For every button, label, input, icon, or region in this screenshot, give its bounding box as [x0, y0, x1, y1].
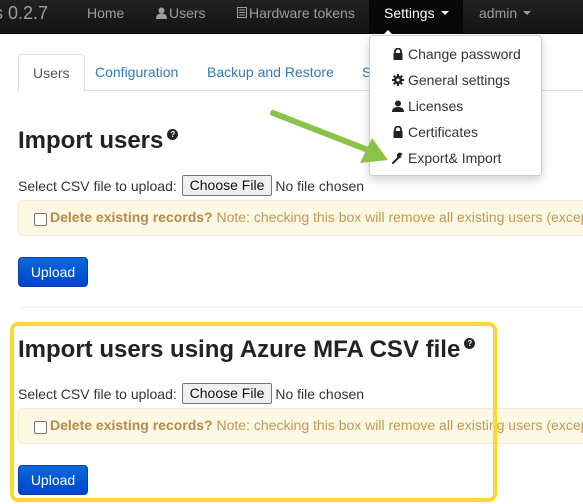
- arrow-shaft: [270, 110, 371, 153]
- delete-note: Note: checking this box will remove all …: [216, 209, 583, 225]
- caret-down-icon: [440, 11, 449, 16]
- delete-label: Delete existing records?: [50, 417, 213, 433]
- help-icon[interactable]: ?: [464, 338, 476, 349]
- user-icon: [392, 100, 404, 112]
- delete-existing-checkbox[interactable]: [34, 421, 47, 434]
- menu-item-licenses[interactable]: Licenses: [370, 93, 541, 119]
- file-label: Select CSV file to upload:: [18, 386, 177, 402]
- annotation-arrow: [270, 110, 388, 163]
- file-upload-row: Select CSV file to upload: Choose File No…: [18, 175, 364, 197]
- nav-admin[interactable]: admin: [479, 0, 532, 34]
- gear-icon: [392, 74, 404, 86]
- tab-configuration[interactable]: Configuration: [81, 54, 192, 91]
- menu-item-export-import[interactable]: Export& Import: [370, 145, 541, 171]
- caret-down-icon: [523, 11, 532, 16]
- choose-file-button[interactable]: Choose File: [181, 175, 273, 196]
- upload-button[interactable]: Upload: [18, 257, 88, 287]
- top-navbar: s 0.2.7 Home Users Hardware tokens Setti…: [0, 0, 583, 34]
- file-status: No file chosen: [275, 178, 365, 194]
- file-status: No file chosen: [275, 386, 365, 402]
- menu-item-general-settings[interactable]: General settings: [370, 67, 541, 93]
- delete-note: Note: checking this box will remove all …: [216, 417, 583, 433]
- file-label: Select CSV file to upload:: [18, 178, 177, 194]
- menu-item-certificates[interactable]: Certificates: [370, 119, 541, 145]
- import-users-title: Import users?: [18, 127, 179, 155]
- nav-hardware-tokens[interactable]: Hardware tokens: [237, 0, 355, 34]
- nav-home[interactable]: Home: [87, 0, 124, 34]
- nav-settings[interactable]: Settings: [369, 0, 463, 34]
- settings-dropdown-menu: Change password General settings License…: [369, 35, 542, 176]
- wrench-icon: [392, 152, 404, 164]
- user-icon: [156, 7, 167, 19]
- brand-version[interactable]: s 0.2.7: [0, 0, 48, 34]
- delete-warning: Delete existing records? Note: checking …: [18, 200, 583, 236]
- tab-users[interactable]: Users: [18, 54, 85, 92]
- list-icon: [237, 7, 247, 19]
- choose-file-button[interactable]: Choose File: [181, 383, 273, 404]
- delete-label: Delete existing records?: [50, 209, 213, 225]
- lock-icon: [392, 126, 404, 138]
- delete-warning: Delete existing records? Note: checking …: [18, 408, 583, 444]
- lock-icon: [392, 48, 404, 60]
- section-divider: [18, 307, 583, 308]
- delete-existing-checkbox[interactable]: [34, 213, 47, 226]
- upload-button[interactable]: Upload: [18, 465, 88, 495]
- menu-item-change-password[interactable]: Change password: [370, 41, 541, 67]
- import-azure-title: Import users using Azure MFA CSV file?: [18, 336, 476, 364]
- tab-backup-restore[interactable]: Backup and Restore: [193, 54, 348, 91]
- file-upload-row: Select CSV file to upload: Choose File No…: [18, 383, 364, 405]
- nav-users[interactable]: Users: [156, 0, 206, 34]
- help-icon[interactable]: ?: [167, 129, 179, 140]
